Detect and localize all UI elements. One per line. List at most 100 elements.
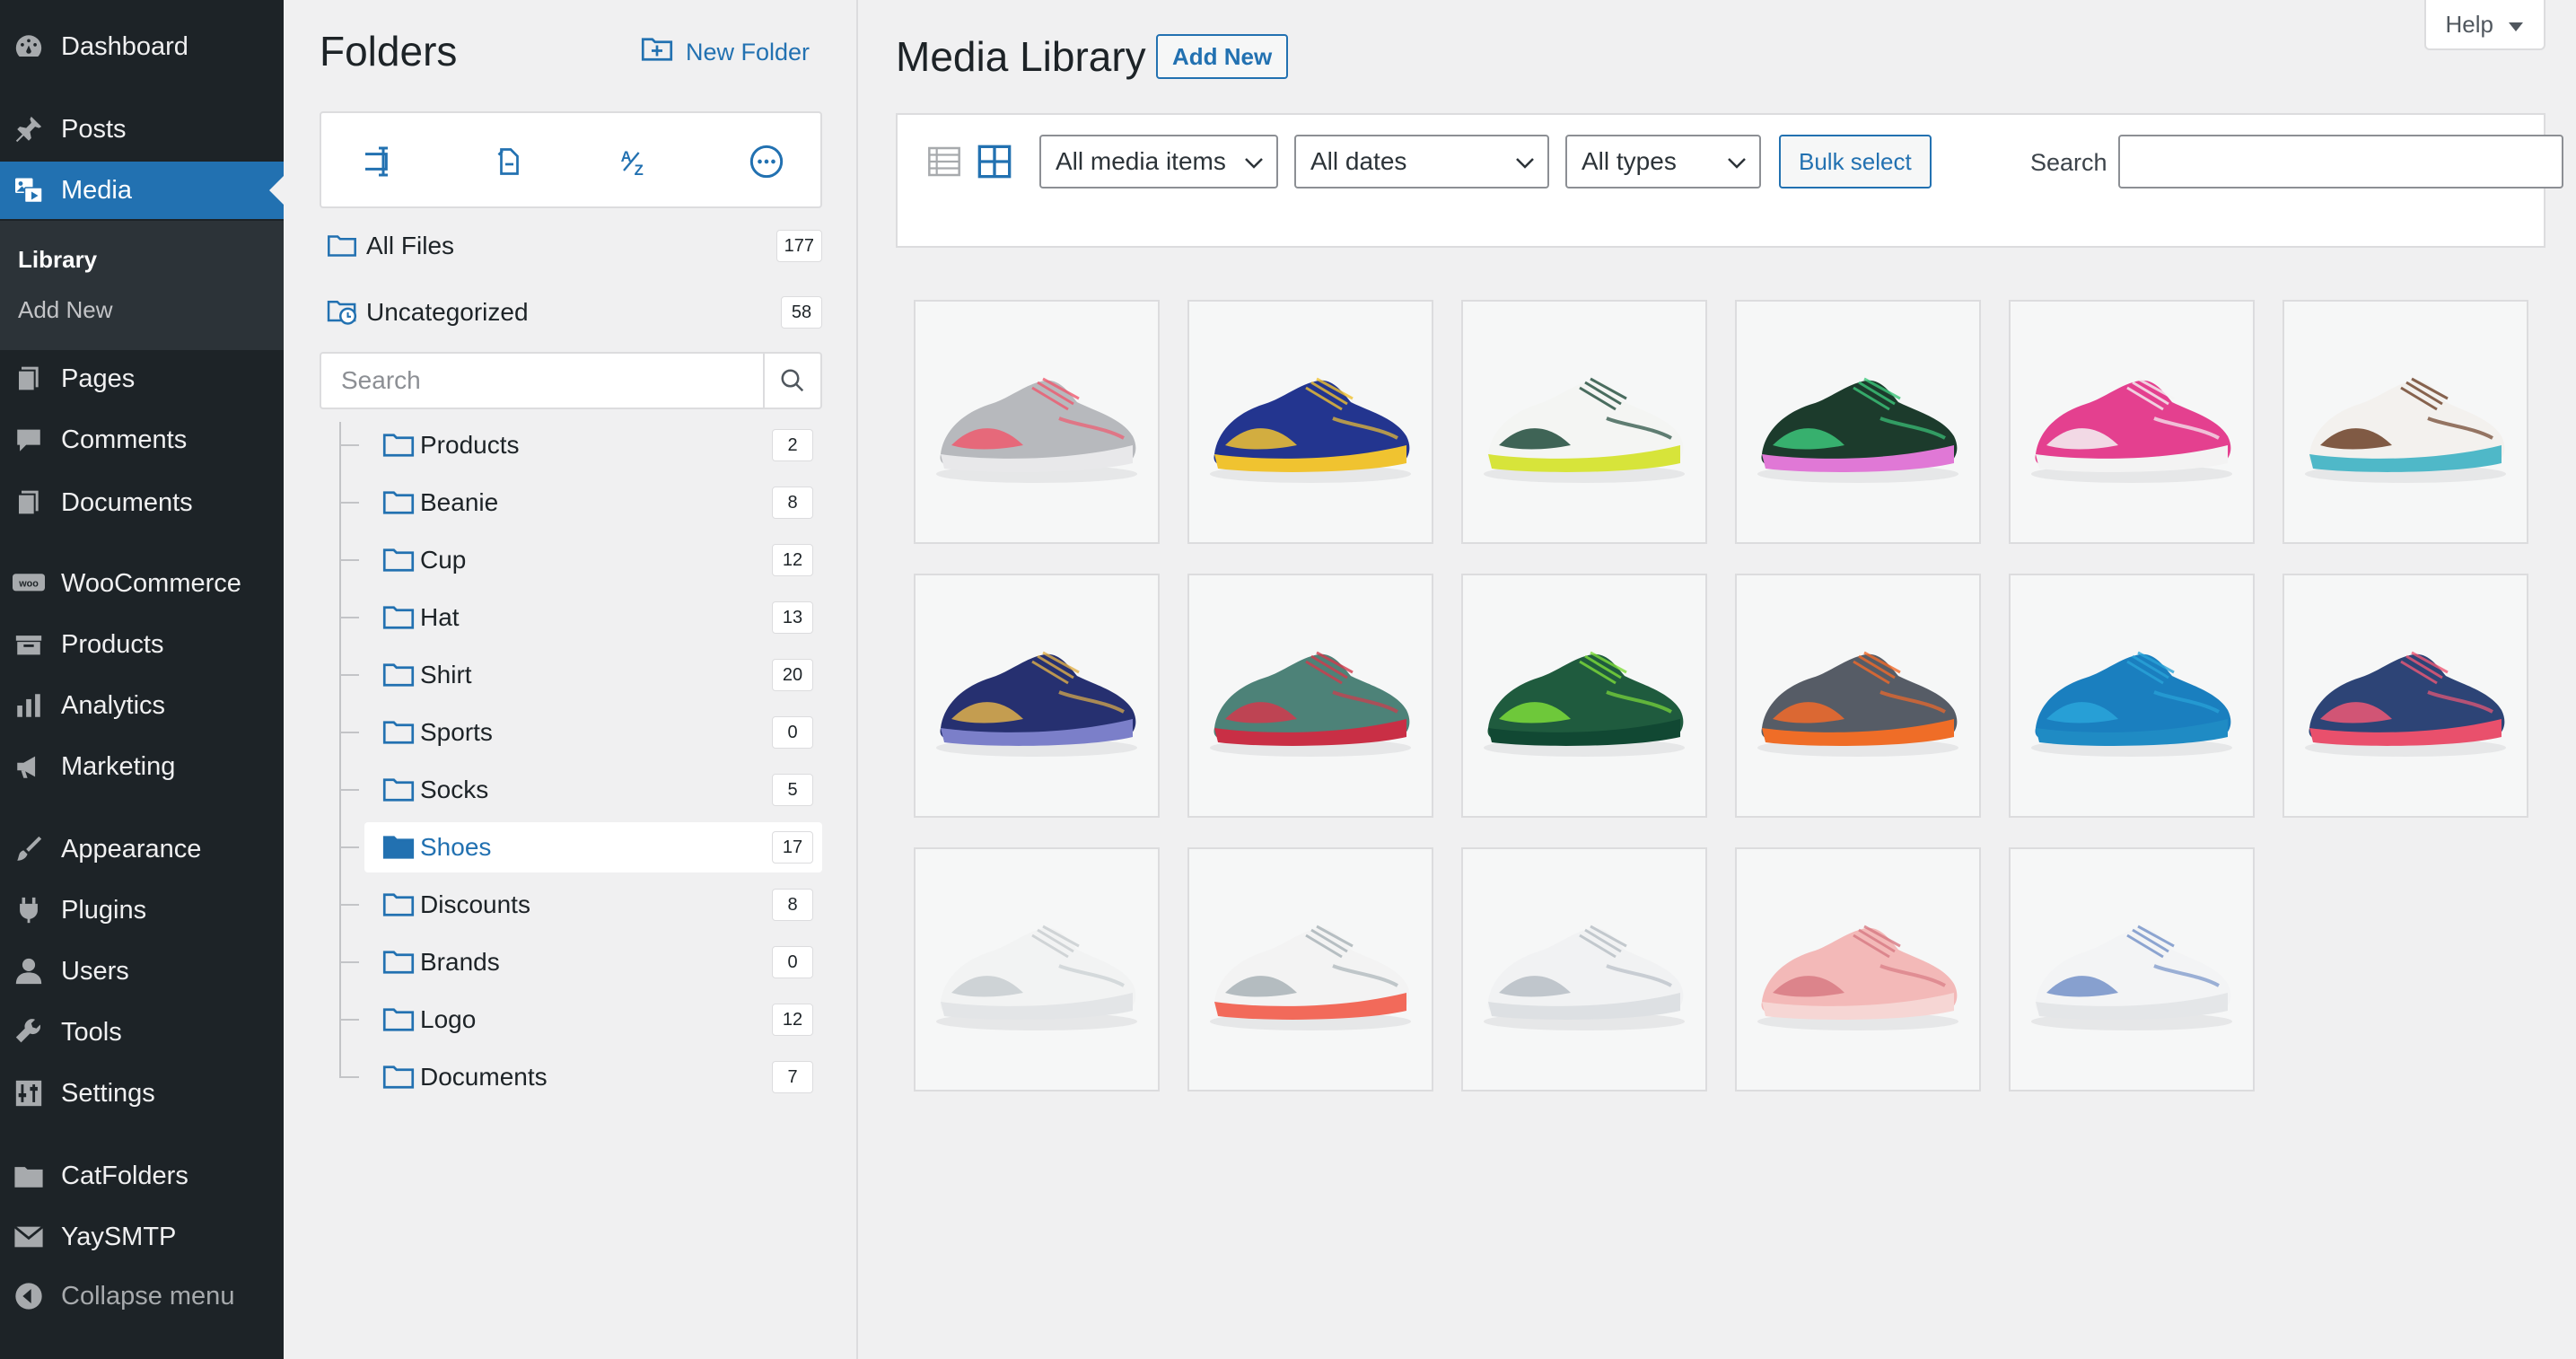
media-thumbnail[interactable] — [2009, 847, 2255, 1092]
folder-link[interactable]: Cup — [382, 535, 466, 585]
shoe-image — [2020, 584, 2244, 807]
media-thumbnail[interactable] — [1187, 847, 1433, 1092]
media-thumbnail[interactable] — [1461, 847, 1707, 1092]
folder-item[interactable]: Brands 0 — [339, 937, 822, 987]
folder-search-input[interactable] — [321, 354, 761, 408]
sidebar-item-media[interactable]: Media — [0, 162, 284, 219]
folder-link[interactable]: Hat — [382, 592, 460, 643]
media-submenu: Library Add New — [0, 221, 284, 350]
folder-link[interactable]: Documents — [382, 1052, 548, 1102]
media-thumbnail[interactable] — [1735, 847, 1981, 1092]
folder-item[interactable]: Shoes 17 — [339, 822, 822, 872]
media-thumbnail[interactable] — [1735, 574, 1981, 818]
delete-icon[interactable] — [486, 140, 530, 183]
folder-uncategorized[interactable]: Uncategorized 58 — [327, 287, 822, 338]
grid-view-icon[interactable] — [975, 142, 1014, 181]
sidebar-item-label: Pages — [61, 364, 136, 393]
sidebar-item-comments[interactable]: Comments — [0, 411, 284, 469]
media-thumbnail[interactable] — [1461, 300, 1707, 544]
submenu-library[interactable]: Library — [18, 246, 97, 274]
folder-link[interactable]: Beanie — [382, 478, 498, 528]
sidebar-item-label: Settings — [61, 1078, 155, 1108]
sidebar-item-catfolders[interactable]: CatFolders — [0, 1147, 284, 1205]
list-view-icon[interactable] — [924, 142, 964, 181]
sidebar-item-appearance[interactable]: Appearance — [0, 820, 284, 878]
folder-item[interactable]: Products 2 — [339, 420, 822, 470]
media-thumbnail[interactable] — [2009, 574, 2255, 818]
sidebar-item-settings[interactable]: Settings — [0, 1065, 284, 1122]
folder-count: 17 — [772, 831, 813, 864]
media-thumbnail[interactable] — [2282, 300, 2528, 544]
new-folder-button[interactable]: New Folder — [641, 36, 810, 69]
folder-count: 13 — [772, 601, 813, 634]
add-new-button[interactable]: Add New — [1156, 34, 1289, 79]
folder-item[interactable]: Sports 0 — [339, 707, 822, 758]
sidebar-item-marketing[interactable]: Marketing — [0, 738, 284, 795]
media-thumbnail[interactable] — [914, 300, 1160, 544]
media-search-input[interactable] — [2118, 135, 2563, 189]
media-thumbnail[interactable] — [2009, 300, 2255, 544]
caret-down-icon — [2508, 11, 2524, 39]
sidebar-item-yaysmtp[interactable]: YaySMTP — [0, 1208, 284, 1266]
folder-item[interactable]: Hat 13 — [339, 592, 822, 643]
folder-clock-icon — [327, 298, 361, 327]
sidebar-item-analytics[interactable]: Analytics — [0, 677, 284, 734]
date-filter[interactable]: All dates — [1294, 135, 1549, 189]
folder-link[interactable]: Brands — [382, 937, 500, 987]
sort-az-icon[interactable]: AZ — [616, 140, 659, 183]
more-options-icon[interactable] — [745, 140, 788, 183]
sidebar-item-users[interactable]: Users — [0, 943, 284, 1000]
sidebar-item-tools[interactable]: Tools — [0, 1004, 284, 1061]
folder-item[interactable]: Discounts 8 — [339, 880, 822, 930]
media-thumbnail[interactable] — [2282, 574, 2528, 818]
media-thumbnail[interactable] — [1461, 574, 1707, 818]
folder-link[interactable]: Socks — [382, 765, 488, 815]
folder-item[interactable]: Shirt 20 — [339, 650, 822, 700]
sidebar-item-pages[interactable]: Pages — [0, 350, 284, 408]
submenu-add-new[interactable]: Add New — [18, 296, 113, 324]
folder-item[interactable]: Documents 7 — [339, 1052, 822, 1102]
folder-label: Socks — [420, 776, 489, 803]
folder-link[interactable]: Products — [382, 420, 520, 470]
sidebar-item-posts[interactable]: Posts — [0, 101, 284, 158]
sidebar-item-woocommerce[interactable]: woo WooCommerce — [0, 555, 284, 612]
sidebar-item-products[interactable]: Products — [0, 616, 284, 673]
folder-link[interactable]: Shirt — [382, 650, 472, 700]
media-type-value: All media items — [1056, 147, 1226, 175]
folder-label: Beanie — [420, 488, 499, 516]
folder-item[interactable]: Socks 5 — [339, 765, 822, 815]
search-icon[interactable] — [763, 354, 820, 408]
sidebar-item-dashboard[interactable]: Dashboard — [0, 18, 284, 75]
media-thumbnail[interactable] — [1187, 300, 1433, 544]
user-icon — [13, 955, 45, 987]
folder-label: Uncategorized — [366, 298, 529, 326]
folder-item[interactable]: Cup 12 — [339, 535, 822, 585]
tree-connector — [339, 617, 359, 618]
type-filter[interactable]: All types — [1565, 135, 1761, 189]
folder-link[interactable]: Logo — [382, 995, 476, 1045]
media-thumbnail[interactable] — [914, 847, 1160, 1092]
sidebar-item-plugins[interactable]: Plugins — [0, 881, 284, 939]
folder-item[interactable]: Logo 12 — [339, 995, 822, 1045]
folder-item[interactable]: Beanie 8 — [339, 478, 822, 528]
collapse-menu-button[interactable]: Collapse menu — [0, 1267, 284, 1325]
folder-label: Products — [420, 431, 520, 459]
folder-icon — [382, 661, 418, 689]
media-thumbnail[interactable] — [1735, 300, 1981, 544]
folder-link[interactable]: Shoes — [382, 822, 491, 872]
help-button[interactable]: Help — [2423, 0, 2545, 50]
folders-title: Folders — [320, 28, 458, 75]
media-thumbnail[interactable] — [914, 574, 1160, 818]
bulk-select-button[interactable]: Bulk select — [1779, 135, 1932, 189]
sidebar-item-documents[interactable]: Documents — [0, 474, 284, 531]
media-thumbnail[interactable] — [1187, 574, 1433, 818]
folder-all-files[interactable]: All Files 177 — [327, 221, 822, 271]
folder-link[interactable]: Sports — [382, 707, 493, 758]
folder-link[interactable]: Discounts — [382, 880, 530, 930]
pages-icon — [13, 363, 45, 395]
sidebar-item-label: WooCommerce — [61, 568, 241, 598]
media-type-filter[interactable]: All media items — [1039, 135, 1278, 189]
tree-line — [339, 422, 341, 1077]
rename-icon[interactable] — [357, 140, 400, 183]
tree-connector — [339, 961, 359, 963]
